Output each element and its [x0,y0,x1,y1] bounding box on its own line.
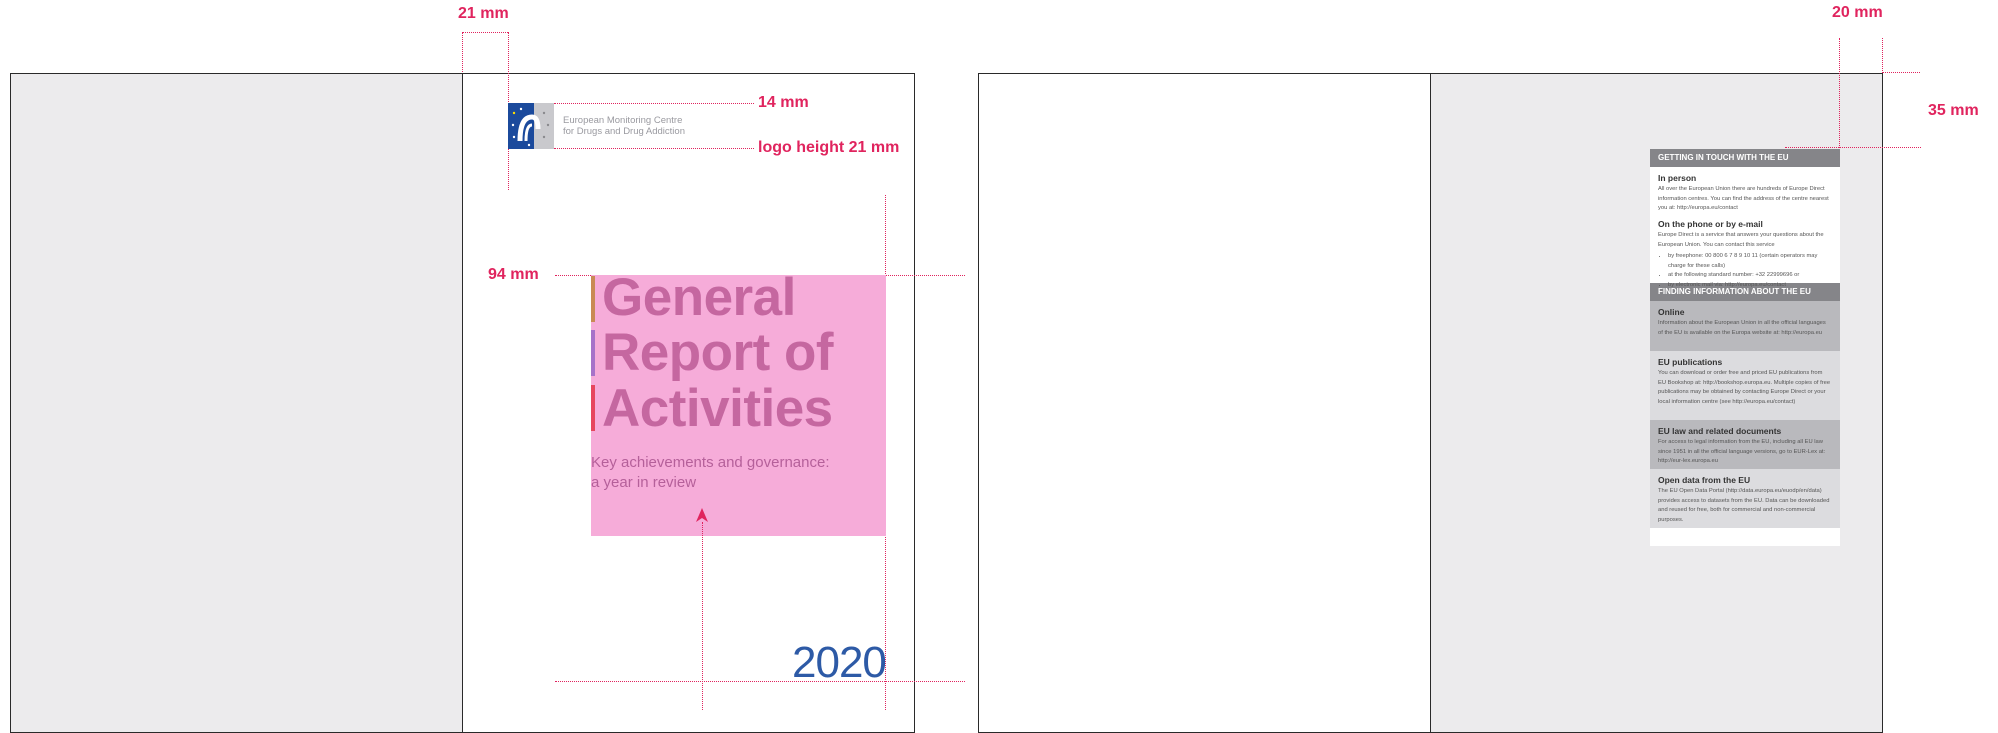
subtitle: Key achievements and governance: a year … [591,453,829,493]
dim-line [1882,38,1883,73]
eu-law-text: For access to legal information from the… [1658,439,1826,464]
section-header-finding-information: FINDING INFORMATION ABOUT THE EU [1650,283,1840,301]
logo-text: European Monitoring Centre for Drugs and… [563,115,685,137]
dimension-logo-height: logo height 21 mm [758,139,900,156]
dim-line [1839,38,1840,158]
eu-law-title: EU law and related documents [1658,426,1782,436]
logo-icon [508,103,554,149]
online-title: Online [1658,307,1685,317]
open-data-section: Open data from the EU The EU Open Data P… [1650,469,1840,528]
publications-text: You can download or order free and price… [1658,370,1831,405]
dimension-logo-top: 14 mm [758,94,809,111]
online-text: Information about the European Union in … [1658,320,1826,336]
in-person-text: All over the European Union there are hu… [1658,186,1829,211]
emcdda-logo [508,103,554,149]
in-person-section: In person All over the European Union th… [1650,167,1840,213]
dim-line [1882,72,1920,73]
open-data-text: The EU Open Data Portal (http://data.eur… [1658,488,1830,523]
phone-title: On the phone or by e-mail [1658,219,1763,229]
phone-item-freephone: by freephone: 00 800 6 7 8 9 10 11 (cert… [1668,252,1832,271]
dimension-right-margin: 20 mm [1832,4,1883,21]
inside-page [978,73,1431,733]
online-section: Online Information about the European Un… [1650,301,1840,351]
dim-line [462,32,508,33]
dimension-left-margin: 21 mm [458,5,509,22]
subtitle-line1: Key achievements and governance: [591,454,830,471]
title-bar-2 [591,330,595,376]
dim-line [555,681,965,682]
title-bar-3 [591,385,595,431]
title-line-3: Activities [602,379,833,438]
contact-info-panel: GETTING IN TOUCH WITH THE EU In person A… [1650,149,1840,546]
open-data-title: Open data from the EU [1658,475,1751,485]
left-spread-back-flap [10,73,463,733]
dimension-title-offset: 94 mm [488,266,539,283]
dimension-panel-top: 35 mm [1928,102,1979,119]
title-line-2: Report of [602,323,834,382]
subtitle-line2: a year in review [591,474,697,491]
phone-section: On the phone or by e-mail Europe Direct … [1650,213,1840,288]
dim-line [554,148,754,149]
phone-text: Europe Direct is a service that answers … [1658,232,1824,248]
eu-law-section: EU law and related documents For access … [1650,420,1840,469]
phone-item-standard: at the following standard number: +32 22… [1668,271,1832,281]
dim-line [554,103,754,104]
logo-text-line1: European Monitoring Centre [563,115,683,126]
title-line-1: General [602,268,796,327]
in-person-title: In person [1658,173,1697,183]
dim-line [462,32,463,72]
dim-line [1785,147,1921,148]
logo-text-line2: for Drugs and Drug Addiction [563,126,685,137]
title-bar-1 [591,276,595,322]
publications-section: EU publications You can download or orde… [1650,351,1840,420]
publications-title: EU publications [1658,357,1723,367]
section-header-getting-in-touch: GETTING IN TOUCH WITH THE EU [1650,149,1840,167]
